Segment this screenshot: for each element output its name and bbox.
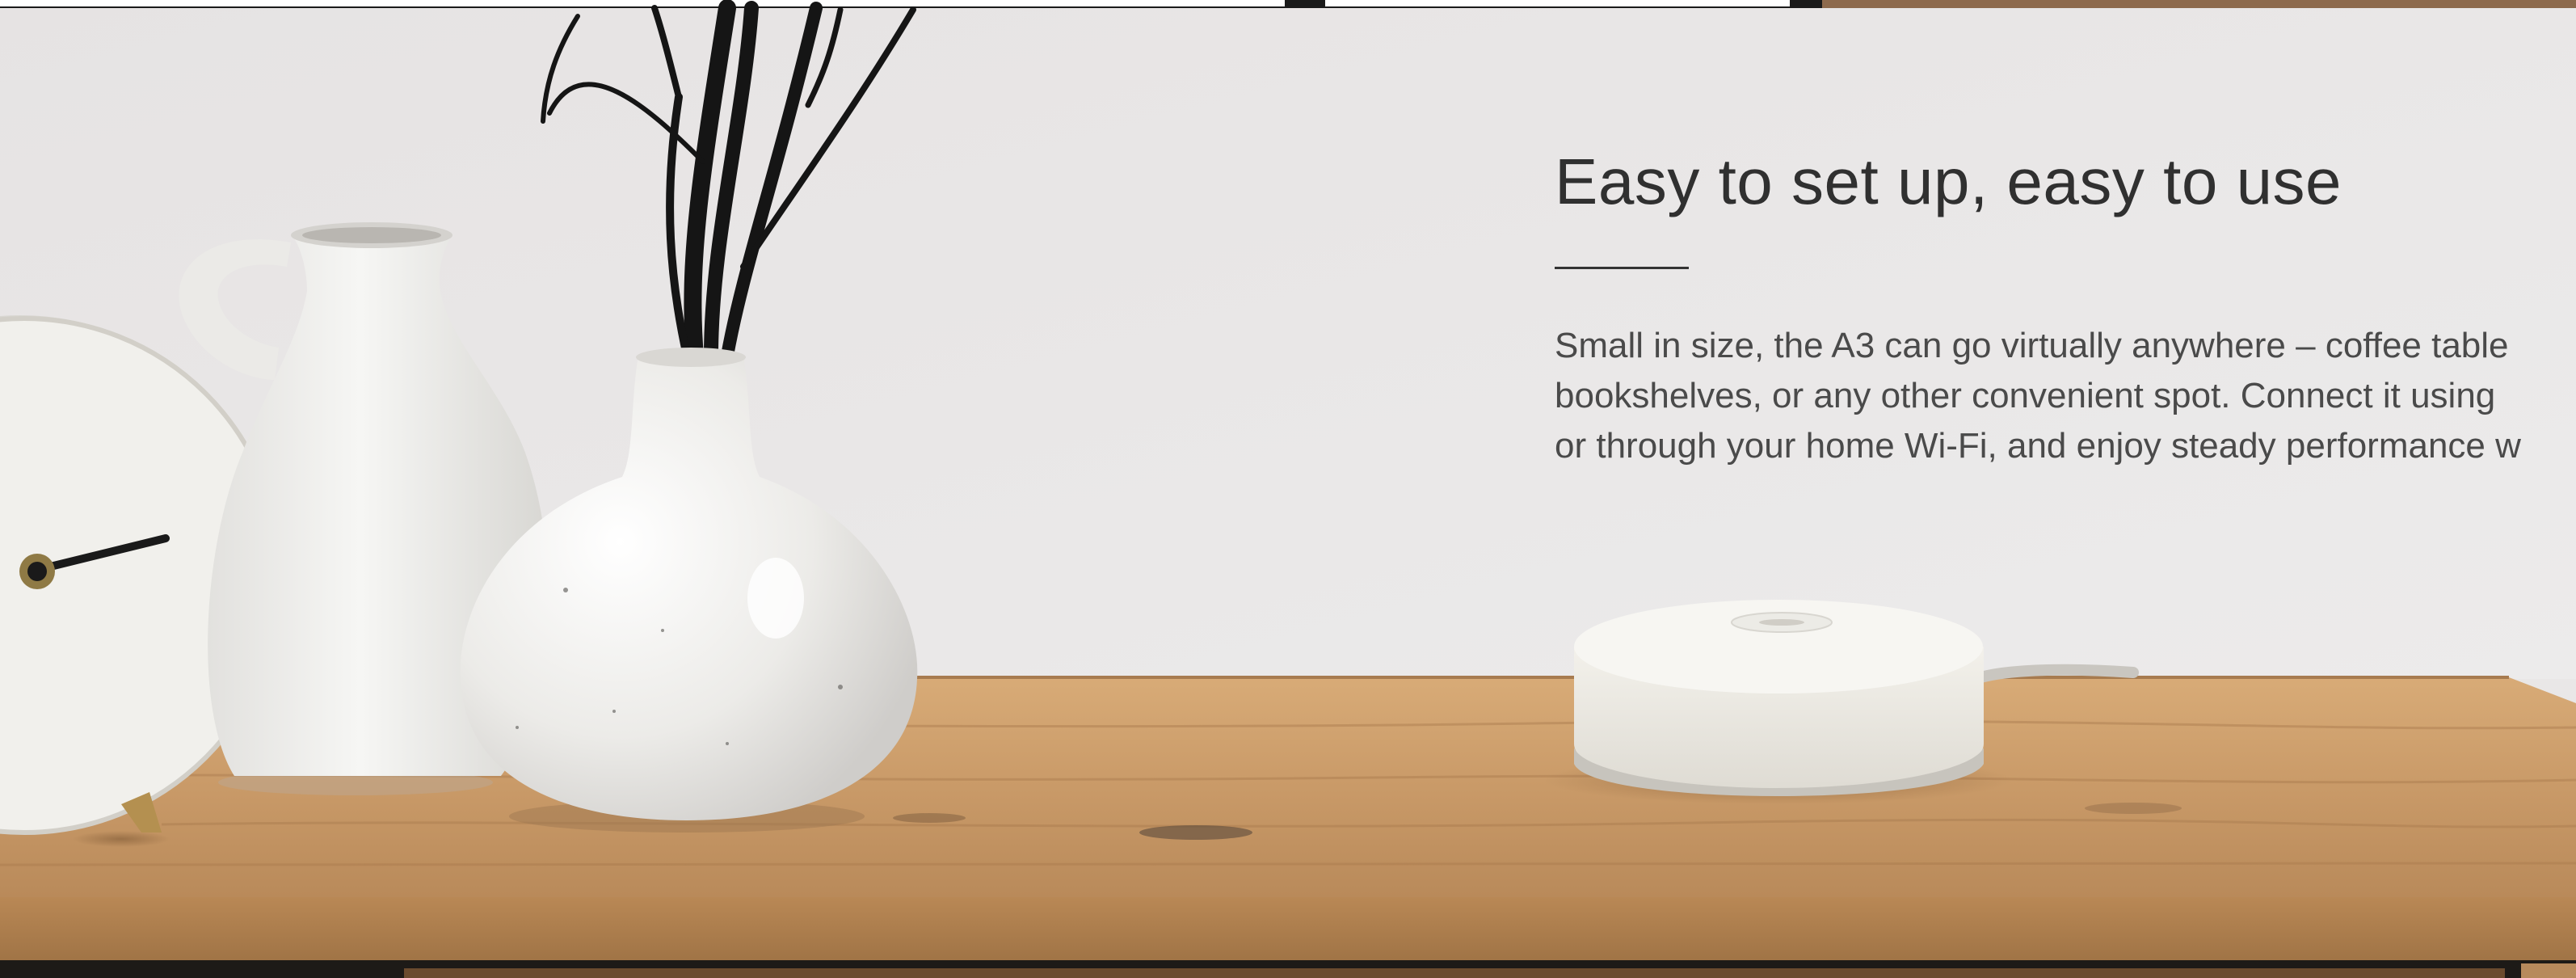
section-heading: Easy to set up, easy to use [1555,145,2342,217]
description-line: Small in size, the A3 can go virtually a… [1555,326,2509,365]
section-description: Small in size, the A3 can go virtually a… [1555,321,2576,471]
description-line: or through your home Wi-Fi, and enjoy st… [1555,426,2521,466]
feature-copy-block: Easy to set up, easy to use Small in siz… [1555,137,2576,471]
description-line: bookshelves, or any other convenient spo… [1555,376,2496,415]
heading-divider [1555,267,1689,269]
table-front-edge [0,897,2576,963]
